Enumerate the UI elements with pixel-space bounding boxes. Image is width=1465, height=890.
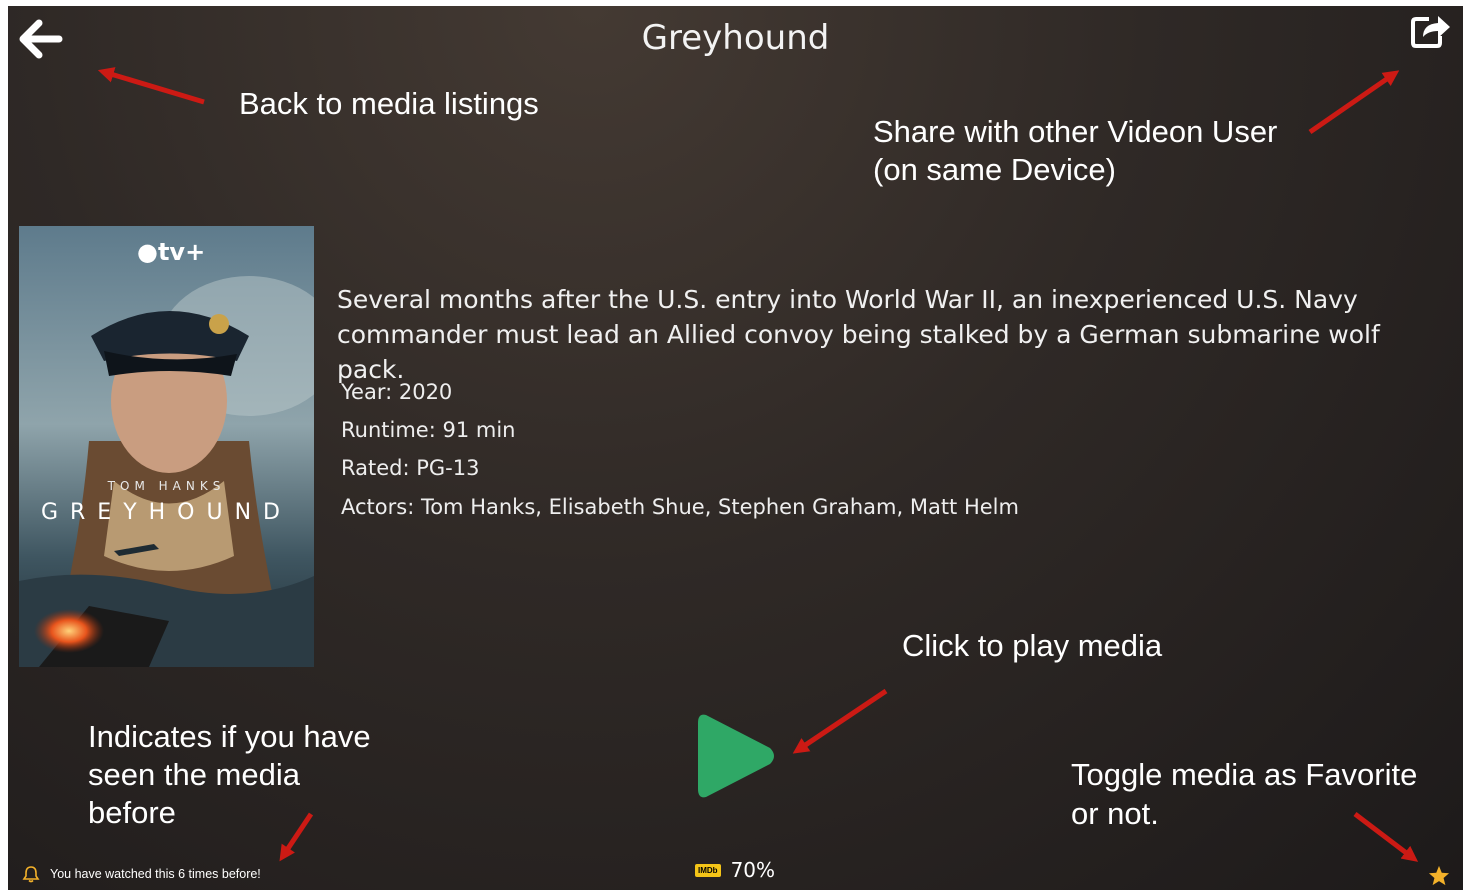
media-runtime: Runtime: 91 min	[341, 418, 516, 442]
media-actors: Actors: Tom Hanks, Elisabeth Shue, Steph…	[341, 495, 1019, 519]
poster-art	[19, 226, 314, 667]
watched-indicator: You have watched this 6 times before!	[22, 864, 261, 884]
arrow-to-watched	[279, 812, 314, 862]
media-rating: Rated: PG-13	[341, 456, 480, 480]
arrow-to-favorite	[1353, 812, 1419, 862]
apple-icon: ●	[137, 238, 158, 266]
play-button[interactable]	[694, 709, 778, 803]
imdb-rating-value: 70%	[730, 858, 776, 882]
arrow-to-back	[97, 67, 205, 105]
apple-tv-logo: ●tv+	[137, 238, 206, 266]
arrow-to-play	[792, 688, 888, 754]
media-description: Several months after the U.S. entry into…	[337, 285, 1380, 384]
poster-actor: TOM HANKS	[107, 479, 226, 493]
watched-text: You have watched this 6 times before!	[50, 867, 261, 881]
play-icon	[698, 714, 774, 798]
bell-icon	[22, 866, 40, 883]
media-year: Year: 2020	[341, 380, 453, 404]
poster-title: GREYHOUND	[40, 500, 293, 525]
imdb-icon: IMDb	[695, 863, 721, 877]
arrow-to-share	[1308, 70, 1400, 135]
favorite-toggle[interactable]	[1428, 865, 1450, 886]
imdb-rating: IMDb 70%	[695, 858, 775, 882]
media-poster: ●tv+ TOM HANKS GREYHOUND	[19, 226, 314, 667]
media-detail-screen: Greyhound Back to media listings Share w…	[8, 6, 1463, 890]
star-icon	[1428, 865, 1450, 886]
